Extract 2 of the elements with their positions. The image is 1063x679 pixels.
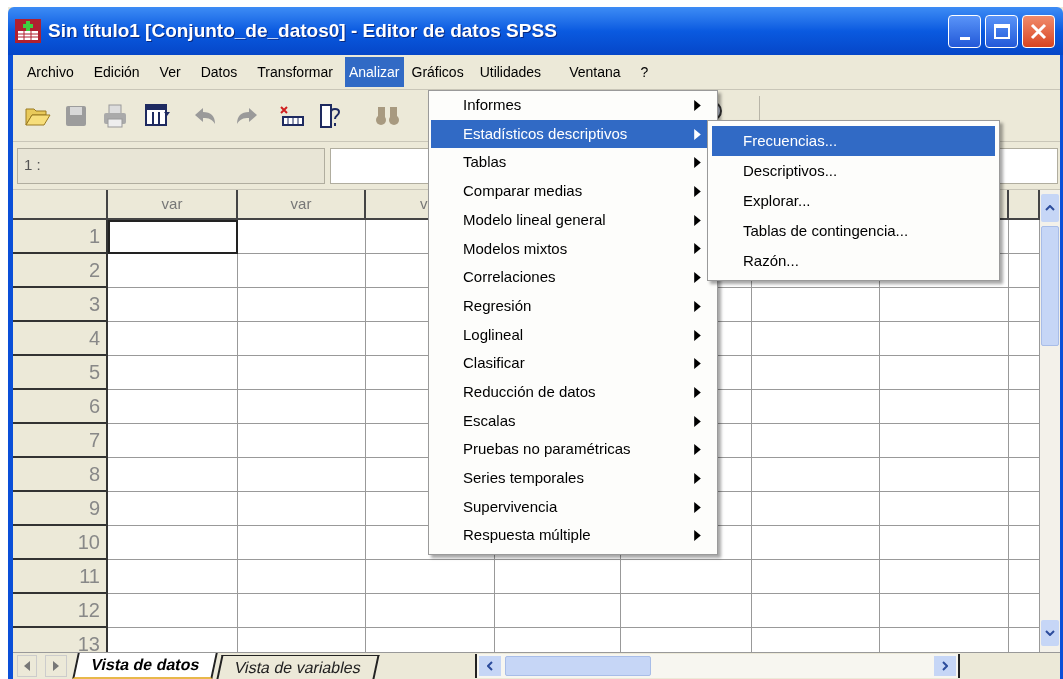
cell-reference-label: 1 : — [17, 147, 325, 184]
window-title: Sin título1 [Conjunto_de_datos0] - Editor de datos SPSS — [48, 18, 557, 43]
